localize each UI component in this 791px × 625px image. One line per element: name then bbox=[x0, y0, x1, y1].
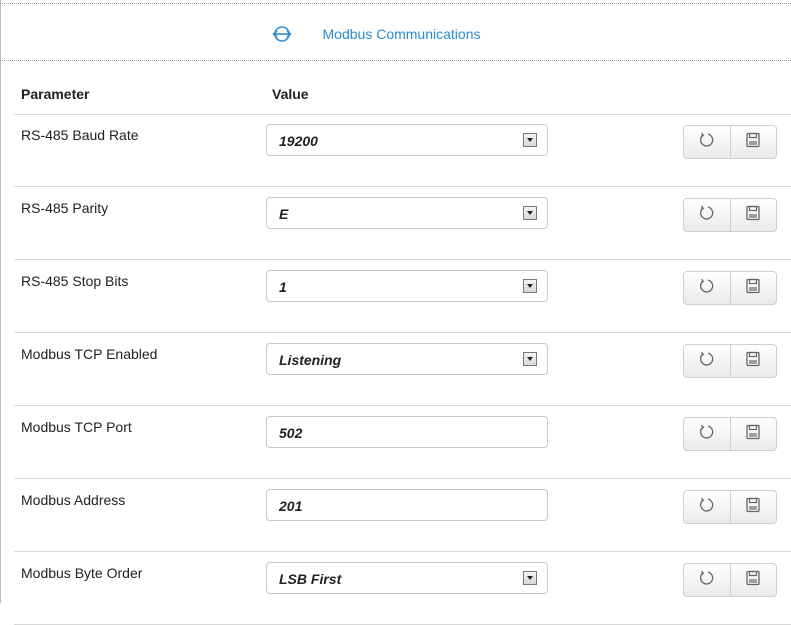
refresh-icon bbox=[698, 423, 716, 446]
section-header: Modbus Communications bbox=[0, 8, 791, 60]
table-row: RS-485 Stop Bits 1 bbox=[0, 260, 791, 333]
save-icon bbox=[744, 277, 762, 300]
refresh-button[interactable] bbox=[684, 564, 730, 596]
column-header-parameter: Parameter bbox=[21, 86, 90, 102]
parameter-label: RS-485 Stop Bits bbox=[21, 273, 129, 289]
save-button[interactable] bbox=[729, 564, 777, 596]
value-text: 201 bbox=[279, 498, 303, 514]
chevron-down-icon[interactable] bbox=[523, 133, 537, 147]
save-icon bbox=[744, 496, 762, 519]
refresh-button[interactable] bbox=[684, 272, 730, 304]
value-select[interactable]: Listening bbox=[266, 343, 548, 375]
value-text: LSB First bbox=[279, 571, 342, 587]
refresh-button[interactable] bbox=[684, 491, 730, 523]
save-button[interactable] bbox=[729, 272, 777, 304]
refresh-icon bbox=[698, 350, 716, 373]
row-action-group bbox=[683, 490, 777, 524]
value-text: E bbox=[279, 206, 289, 222]
value-input[interactable]: 201 bbox=[266, 489, 548, 521]
value-select[interactable]: 1 bbox=[266, 270, 548, 302]
save-icon bbox=[744, 204, 762, 227]
value-select[interactable]: E bbox=[266, 197, 548, 229]
chevron-down-icon[interactable] bbox=[523, 206, 537, 220]
table-row: Modbus Byte Order LSB First bbox=[0, 552, 791, 625]
row-action-group bbox=[683, 563, 777, 597]
value-text: 502 bbox=[279, 425, 303, 441]
section-title: Modbus Communications bbox=[322, 26, 481, 42]
parameter-label: Modbus TCP Port bbox=[21, 419, 132, 435]
refresh-icon bbox=[698, 131, 716, 154]
save-button[interactable] bbox=[729, 345, 777, 377]
refresh-icon bbox=[698, 204, 716, 227]
refresh-icon bbox=[698, 277, 716, 300]
refresh-button[interactable] bbox=[684, 126, 730, 158]
value-select[interactable]: 19200 bbox=[266, 124, 548, 156]
column-header-value: Value bbox=[272, 86, 309, 102]
refresh-button[interactable] bbox=[684, 199, 730, 231]
parameter-label: RS-485 Baud Rate bbox=[21, 127, 139, 143]
row-action-group bbox=[683, 125, 777, 159]
save-button[interactable] bbox=[729, 126, 777, 158]
table-row: RS-485 Baud Rate 19200 bbox=[0, 114, 791, 187]
table-row: Modbus TCP Enabled Listening bbox=[0, 333, 791, 406]
value-text: Listening bbox=[279, 352, 342, 368]
refresh-icon bbox=[698, 569, 716, 592]
save-icon bbox=[744, 569, 762, 592]
value-select[interactable]: LSB First bbox=[266, 562, 548, 594]
save-button[interactable] bbox=[729, 418, 777, 450]
row-action-group bbox=[683, 198, 777, 232]
table-row: RS-485 Parity E bbox=[0, 187, 791, 260]
value-input[interactable]: 502 bbox=[266, 416, 548, 448]
refresh-button[interactable] bbox=[684, 345, 730, 377]
row-action-group bbox=[683, 417, 777, 451]
value-text: 1 bbox=[279, 279, 287, 295]
chevron-down-icon[interactable] bbox=[523, 279, 537, 293]
save-button[interactable] bbox=[729, 491, 777, 523]
chevron-down-icon[interactable] bbox=[523, 352, 537, 366]
chevron-down-icon[interactable] bbox=[523, 571, 537, 585]
parameter-label: Modbus TCP Enabled bbox=[21, 346, 158, 362]
table-row: Modbus TCP Port 502 bbox=[0, 406, 791, 479]
parameter-label: RS-485 Parity bbox=[21, 200, 109, 216]
row-action-group bbox=[683, 271, 777, 305]
parameter-label: Modbus Address bbox=[21, 492, 126, 508]
header-divider bbox=[0, 60, 791, 61]
save-icon bbox=[744, 350, 762, 373]
refresh-button[interactable] bbox=[684, 418, 730, 450]
row-action-group bbox=[683, 344, 777, 378]
save-icon bbox=[744, 131, 762, 154]
parameter-label: Modbus Byte Order bbox=[21, 565, 143, 581]
table-row: Modbus Address 201 bbox=[0, 479, 791, 552]
save-button[interactable] bbox=[729, 199, 777, 231]
save-icon bbox=[744, 423, 762, 446]
value-text: 19200 bbox=[279, 133, 318, 149]
refresh-icon bbox=[698, 496, 716, 519]
link-arrows-icon bbox=[271, 23, 293, 45]
top-divider bbox=[0, 3, 791, 4]
